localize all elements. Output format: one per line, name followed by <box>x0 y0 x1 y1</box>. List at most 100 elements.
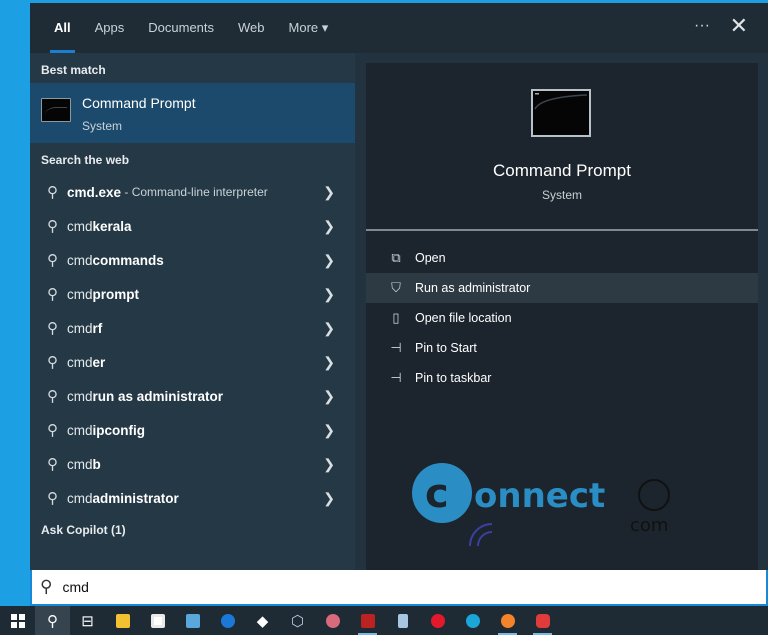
query-suggestion: commands <box>92 252 164 268</box>
search-web-header: Search the web <box>41 153 130 167</box>
action-run-as-administrator[interactable]: ⛉ Run as administrator <box>366 273 758 303</box>
tab-apps[interactable]: Apps <box>83 3 137 53</box>
tab-documents[interactable]: Documents <box>136 3 226 53</box>
ask-copilot-header: Ask Copilot (1) <box>41 523 126 537</box>
svg-text:com: com <box>630 515 668 536</box>
pin-icon: ⊣ <box>390 370 402 385</box>
close-button[interactable]: ✕ <box>730 13 748 39</box>
shield-icon: ⛉ <box>391 280 401 295</box>
virtualbox-icon[interactable]: ⬡ <box>280 606 315 635</box>
web-search-item[interactable]: ⚲ cmd prompt ❯ <box>30 277 355 311</box>
task-view-icon[interactable]: ⊟ <box>70 606 105 635</box>
best-match-title: Command Prompt <box>82 95 196 111</box>
chevron-right-icon[interactable]: ❯ <box>323 456 335 473</box>
web-search-item[interactable]: ⚲ cmd commands ❯ <box>30 243 355 277</box>
svg-text:onnect: onnect <box>474 476 605 516</box>
chevron-right-icon[interactable]: ❯ <box>323 388 335 405</box>
query-prefix: cmd.exe <box>67 184 122 200</box>
preview-title: Command Prompt <box>493 161 631 180</box>
chevron-right-icon[interactable]: ❯ <box>323 252 335 269</box>
command-prompt-large-icon <box>531 89 591 137</box>
web-search-item[interactable]: ⚲ cmd rf ❯ <box>30 311 355 345</box>
folder-icon: ▯ <box>392 310 400 325</box>
query-prefix: cmd <box>67 286 93 302</box>
chevron-right-icon[interactable]: ❯ <box>323 320 335 337</box>
control-panel-icon[interactable] <box>175 606 210 635</box>
search-icon: ⚲ <box>47 354 58 371</box>
search-icon: ⚲ <box>47 422 58 439</box>
action-label: Open <box>415 251 446 265</box>
edge-icon[interactable] <box>455 606 490 635</box>
query-prefix: cmd <box>67 354 93 370</box>
chevron-right-icon[interactable]: ❯ <box>323 422 335 439</box>
query-suggestion: administrator <box>92 490 179 506</box>
web-search-item[interactable]: ⚲ cmd kerala ❯ <box>30 209 355 243</box>
action-open[interactable]: ⧉ Open <box>366 243 758 273</box>
chevron-right-icon[interactable]: ❯ <box>323 354 335 371</box>
notepad-icon[interactable] <box>385 606 420 635</box>
opera-icon[interactable] <box>420 606 455 635</box>
open-icon: ⧉ <box>391 250 401 265</box>
search-icon: ⚲ <box>47 456 58 473</box>
query-prefix: cmd <box>67 490 93 506</box>
search-taskbar-icon[interactable]: ⚲ <box>35 606 70 635</box>
search-box[interactable]: ⚲ <box>30 570 768 606</box>
start-button[interactable] <box>0 606 35 635</box>
query-prefix: cmd <box>67 388 93 404</box>
search-icon: ⚲ <box>47 490 58 507</box>
search-input[interactable] <box>62 579 663 595</box>
query-prefix: cmd <box>67 456 93 472</box>
chevron-right-icon[interactable]: ❯ <box>323 218 335 235</box>
search-icon: ⚲ <box>47 388 58 405</box>
search-icon: ⚲ <box>47 218 58 235</box>
action-pin-to-start[interactable]: ⊣ Pin to Start <box>366 333 758 363</box>
query-suggestion: run as administrator <box>92 388 224 404</box>
file-explorer-icon[interactable] <box>105 606 140 635</box>
web-search-item[interactable]: ⚲ cmd run as administrator ❯ <box>30 379 355 413</box>
search-icon: ⚲ <box>47 286 58 303</box>
command-prompt-icon <box>41 98 71 122</box>
taskbar: ⚲ ⊟ ◆ ⬡ <box>0 606 768 635</box>
app-icon-red[interactable] <box>350 606 385 635</box>
query-prefix: cmd <box>67 252 93 268</box>
web-search-item[interactable]: ⚲ cmd er ❯ <box>30 345 355 379</box>
query-prefix: cmd <box>67 218 93 234</box>
chevron-right-icon[interactable]: ❯ <box>323 184 335 201</box>
action-open-file-location[interactable]: ▯ Open file location <box>366 303 758 333</box>
tab-web[interactable]: Web <box>226 3 277 53</box>
more-options-button[interactable]: ··· <box>694 17 710 35</box>
svg-text:c: c <box>425 471 449 517</box>
firefox-icon[interactable] <box>490 606 525 635</box>
vivaldi-icon[interactable] <box>525 606 560 635</box>
search-tabs: All Apps Documents Web More ▾ ··· ✕ <box>30 3 768 53</box>
web-search-item[interactable]: ⚲ cmd b ❯ <box>30 447 355 481</box>
best-match-subtitle: System <box>82 119 123 133</box>
best-match-header: Best match <box>41 63 106 77</box>
chevron-right-icon[interactable]: ❯ <box>323 286 335 303</box>
inkscape-icon[interactable]: ◆ <box>245 606 280 635</box>
preview-pane: Command Prompt System ⧉ Open ⛉ Run as admi… <box>366 63 758 570</box>
search-icon: ⚲ <box>47 252 58 269</box>
preview-subtitle: System <box>541 188 582 202</box>
tab-more[interactable]: More ▾ <box>277 3 341 53</box>
query-prefix: cmd <box>67 422 93 438</box>
web-search-item[interactable]: ⚲ cmd.exe - Command-line interpreter ❯ <box>30 175 355 209</box>
query-suggestion: ipconfig <box>92 422 146 438</box>
web-search-item[interactable]: ⚲ cmd ipconfig ❯ <box>30 413 355 447</box>
action-pin-to-taskbar[interactable]: ⊣ Pin to taskbar <box>366 363 758 393</box>
pin-icon: ⊣ <box>390 340 402 355</box>
query-suggestion: kerala <box>92 218 132 234</box>
divider <box>366 229 758 231</box>
paint-icon[interactable] <box>315 606 350 635</box>
action-label: Run as administrator <box>415 281 531 295</box>
web-search-item[interactable]: ⚲ cmd administrator ❯ <box>30 481 355 515</box>
app-icon-blue[interactable] <box>210 606 245 635</box>
tab-all[interactable]: All <box>42 3 83 53</box>
chevron-right-icon[interactable]: ❯ <box>323 490 335 507</box>
action-label: Pin to taskbar <box>415 371 492 385</box>
search-icon: ⚲ <box>47 320 58 337</box>
query-suggestion: rf <box>92 320 103 336</box>
store-icon[interactable] <box>140 606 175 635</box>
best-match-item[interactable]: Command Prompt System <box>30 83 355 143</box>
query-suggestion: prompt <box>92 286 140 302</box>
